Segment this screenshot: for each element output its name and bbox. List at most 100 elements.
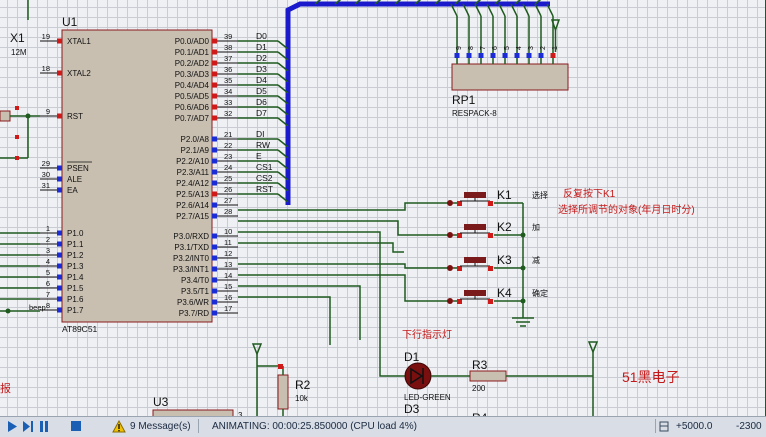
key-button[interactable]	[464, 224, 486, 230]
u1-left-pin-name: XTAL2	[67, 69, 91, 78]
rp1-part: RESPACK-8	[452, 109, 497, 118]
key-contact	[447, 298, 453, 304]
u1-right-pin-name: P0.4/AD4	[175, 81, 210, 90]
u1-right-pin-num: 12	[224, 249, 232, 258]
key-pin-marker	[457, 233, 462, 238]
u1-right-pin-num: 39	[224, 32, 232, 41]
r2-body[interactable]	[277, 374, 289, 410]
u1-left-pin-marker	[57, 165, 62, 171]
u1-right-pin-num: 34	[224, 87, 232, 96]
left-fragment-note: 报	[0, 381, 11, 395]
u1-right-pin-num: 26	[224, 185, 232, 194]
u1-right-pin-num: 38	[224, 43, 232, 52]
u1-right-pin-name: P2.2/A10	[176, 157, 209, 166]
schematic[interactable]: U1 AT89C51 19XTAL118XTAL29RST29PSEN30ALE…	[0, 0, 766, 416]
u1-right-pin-marker	[212, 255, 217, 261]
key-button[interactable]	[464, 257, 486, 263]
key-contact	[447, 232, 453, 238]
rst-resistor[interactable]	[0, 110, 11, 122]
u1-left-pin-name: P1.0	[67, 229, 84, 238]
u1-right-pin-name: P2.3/A11	[177, 168, 210, 177]
key-pin-marker	[488, 201, 493, 206]
key-button[interactable]	[464, 290, 486, 296]
u1-right-pin-name: P3.1/TXD	[174, 243, 209, 252]
u1-right-pin-num: 25	[224, 174, 232, 183]
u1-left-pin-num: 4	[46, 257, 50, 266]
vcc-arrow-r2	[251, 343, 263, 357]
u1-left-pin-name: P1.6	[67, 295, 84, 304]
u1-right-pin-marker	[212, 310, 217, 316]
u1-net-label: D1	[256, 42, 267, 52]
u1-right-pin-marker	[212, 288, 217, 294]
u1-net-label: D6	[256, 97, 267, 107]
u1-right-pin-marker	[212, 244, 217, 250]
key-function-label: 加	[532, 222, 540, 232]
u1-left-pin-name: ALE	[67, 175, 82, 184]
data-bus	[285, 1, 550, 205]
u1-right-pin-num: 22	[224, 141, 232, 150]
u1-right-pin-num: 16	[224, 293, 232, 302]
u1-right-pin-marker	[212, 191, 217, 197]
u1-net-label: CS1	[256, 162, 273, 172]
rp1-pin-marker	[490, 53, 496, 58]
u1-right-pin-name: P0.6/AD6	[175, 103, 210, 112]
led-note: 下行指示灯	[402, 328, 452, 341]
rp1-pin-num: 9	[456, 46, 463, 50]
u1-right-pin-name: P2.0/A8	[181, 135, 210, 144]
u1-left-pin-marker	[57, 263, 62, 269]
rp1-pin-marker	[466, 53, 472, 58]
u1-right-pin-num: 33	[224, 98, 232, 107]
warning-icon[interactable]	[112, 419, 126, 433]
u1-net-label: E	[256, 151, 262, 161]
u1-right-pin-num: 32	[224, 109, 232, 118]
d1-led[interactable]	[404, 362, 432, 390]
rp1-pin-num: 7	[480, 46, 487, 50]
rp1-body[interactable]	[451, 63, 569, 91]
r3-body[interactable]	[469, 370, 507, 382]
u1-right-pin-name: P2.7/A15	[176, 212, 209, 221]
key-pin-marker	[488, 299, 493, 304]
key-button[interactable]	[464, 192, 486, 198]
stop-button[interactable]	[70, 420, 82, 433]
u1-right-pin-marker	[212, 49, 217, 55]
rp1-pin-marker	[478, 53, 484, 58]
u1-left-pin-num: 9	[46, 107, 50, 116]
rp1-pin-marker	[502, 53, 508, 58]
u1-right-pin-name: P3.4/T0	[181, 276, 210, 285]
u1-right-pin-num: 24	[224, 163, 232, 172]
play-button[interactable]	[6, 420, 18, 433]
u1-left-pin-name: P1.5	[67, 284, 84, 293]
key-ref: K4	[497, 286, 512, 300]
rp1-pin-marker	[538, 53, 544, 58]
u1-left-pin-name: EA	[67, 186, 78, 195]
beep-label: beep	[29, 303, 46, 312]
u1-left-pin-num: 7	[46, 290, 50, 299]
u1-right-pin-num: 23	[224, 152, 232, 161]
u1-right-pin-name: P3.2/INT0	[173, 254, 210, 263]
u1-left-pin-num: 18	[42, 64, 50, 73]
step-button[interactable]	[22, 420, 34, 433]
x1-marker	[15, 156, 19, 160]
rp1-pin-marker	[514, 53, 520, 58]
u1-net-label: RST	[256, 184, 273, 194]
u1-right-pin-marker	[212, 82, 217, 88]
u1-left-pin-marker	[57, 307, 62, 313]
pause-button[interactable]	[38, 420, 50, 433]
u1-right-pin-marker	[212, 136, 217, 142]
u1-ref: U1	[62, 15, 78, 29]
u1-right-pin-name: P0.7/AD7	[175, 114, 210, 123]
d3-ref: D3	[404, 402, 420, 416]
u1-left-pin-num: 8	[46, 301, 50, 310]
coord-x: +5000.0	[676, 421, 713, 432]
u1-right-pin-num: 10	[224, 227, 232, 236]
messages-count[interactable]: 9 Message(s)	[130, 421, 191, 432]
rp1-pin-num: 2	[540, 46, 547, 50]
u1-right-pin-num: 21	[224, 130, 232, 139]
x1-marker	[15, 106, 19, 110]
rp1-pin-marker	[454, 53, 460, 58]
status-divider	[198, 419, 199, 433]
key-ref: K3	[497, 253, 512, 267]
u1-left-pin-marker	[57, 70, 62, 76]
u1-right-pin-name: P3.0/RXD	[173, 232, 209, 241]
u1-net-label: D0	[256, 31, 267, 41]
